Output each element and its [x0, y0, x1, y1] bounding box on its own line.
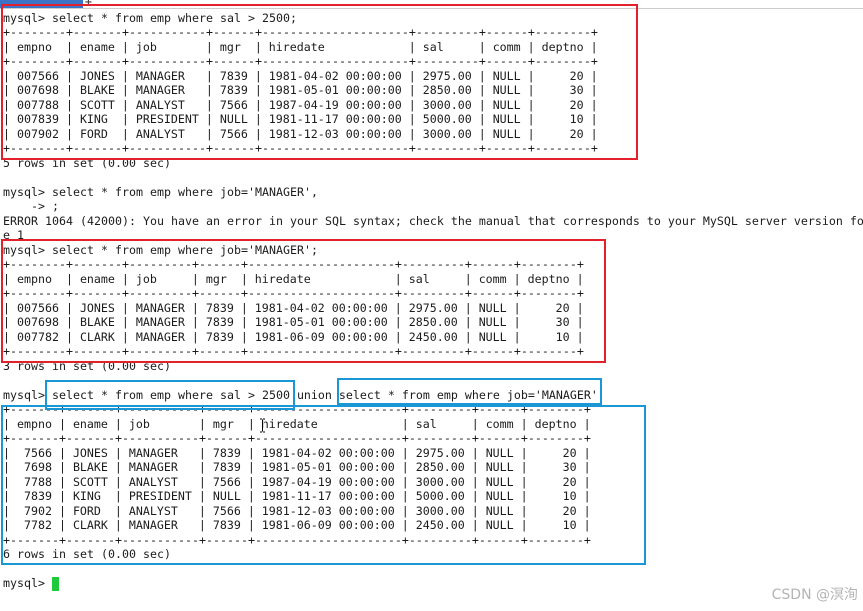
- highlight-box-red: [1, 239, 606, 363]
- error-message: ERROR 1064 (42000): You have an error in…: [3, 213, 863, 228]
- prompt: mysql>: [3, 184, 45, 199]
- continuation-line: ->;: [3, 199, 863, 214]
- highlight-box-blue: [337, 378, 602, 405]
- prompt: mysql>: [3, 576, 45, 591]
- text-cursor[interactable]: [51, 576, 59, 591]
- continuation-prompt: ->: [30, 199, 45, 214]
- sql-command: ;: [51, 199, 59, 214]
- highlight-box-blue: [1, 405, 646, 565]
- sql-command: select * from emp where job='MANAGER',: [51, 184, 318, 199]
- watermark: CSDN @溟洵: [771, 587, 858, 603]
- prompt: mysql>: [3, 387, 45, 402]
- mouse-ibeam-cursor-icon: [260, 418, 265, 433]
- sql-union-keyword: union: [296, 387, 332, 402]
- terminal-input-line[interactable]: mysql>: [3, 576, 863, 591]
- command-line: mysql> select * from emp where job='MANAG…: [3, 185, 863, 200]
- highlight-box-red: [1, 4, 638, 160]
